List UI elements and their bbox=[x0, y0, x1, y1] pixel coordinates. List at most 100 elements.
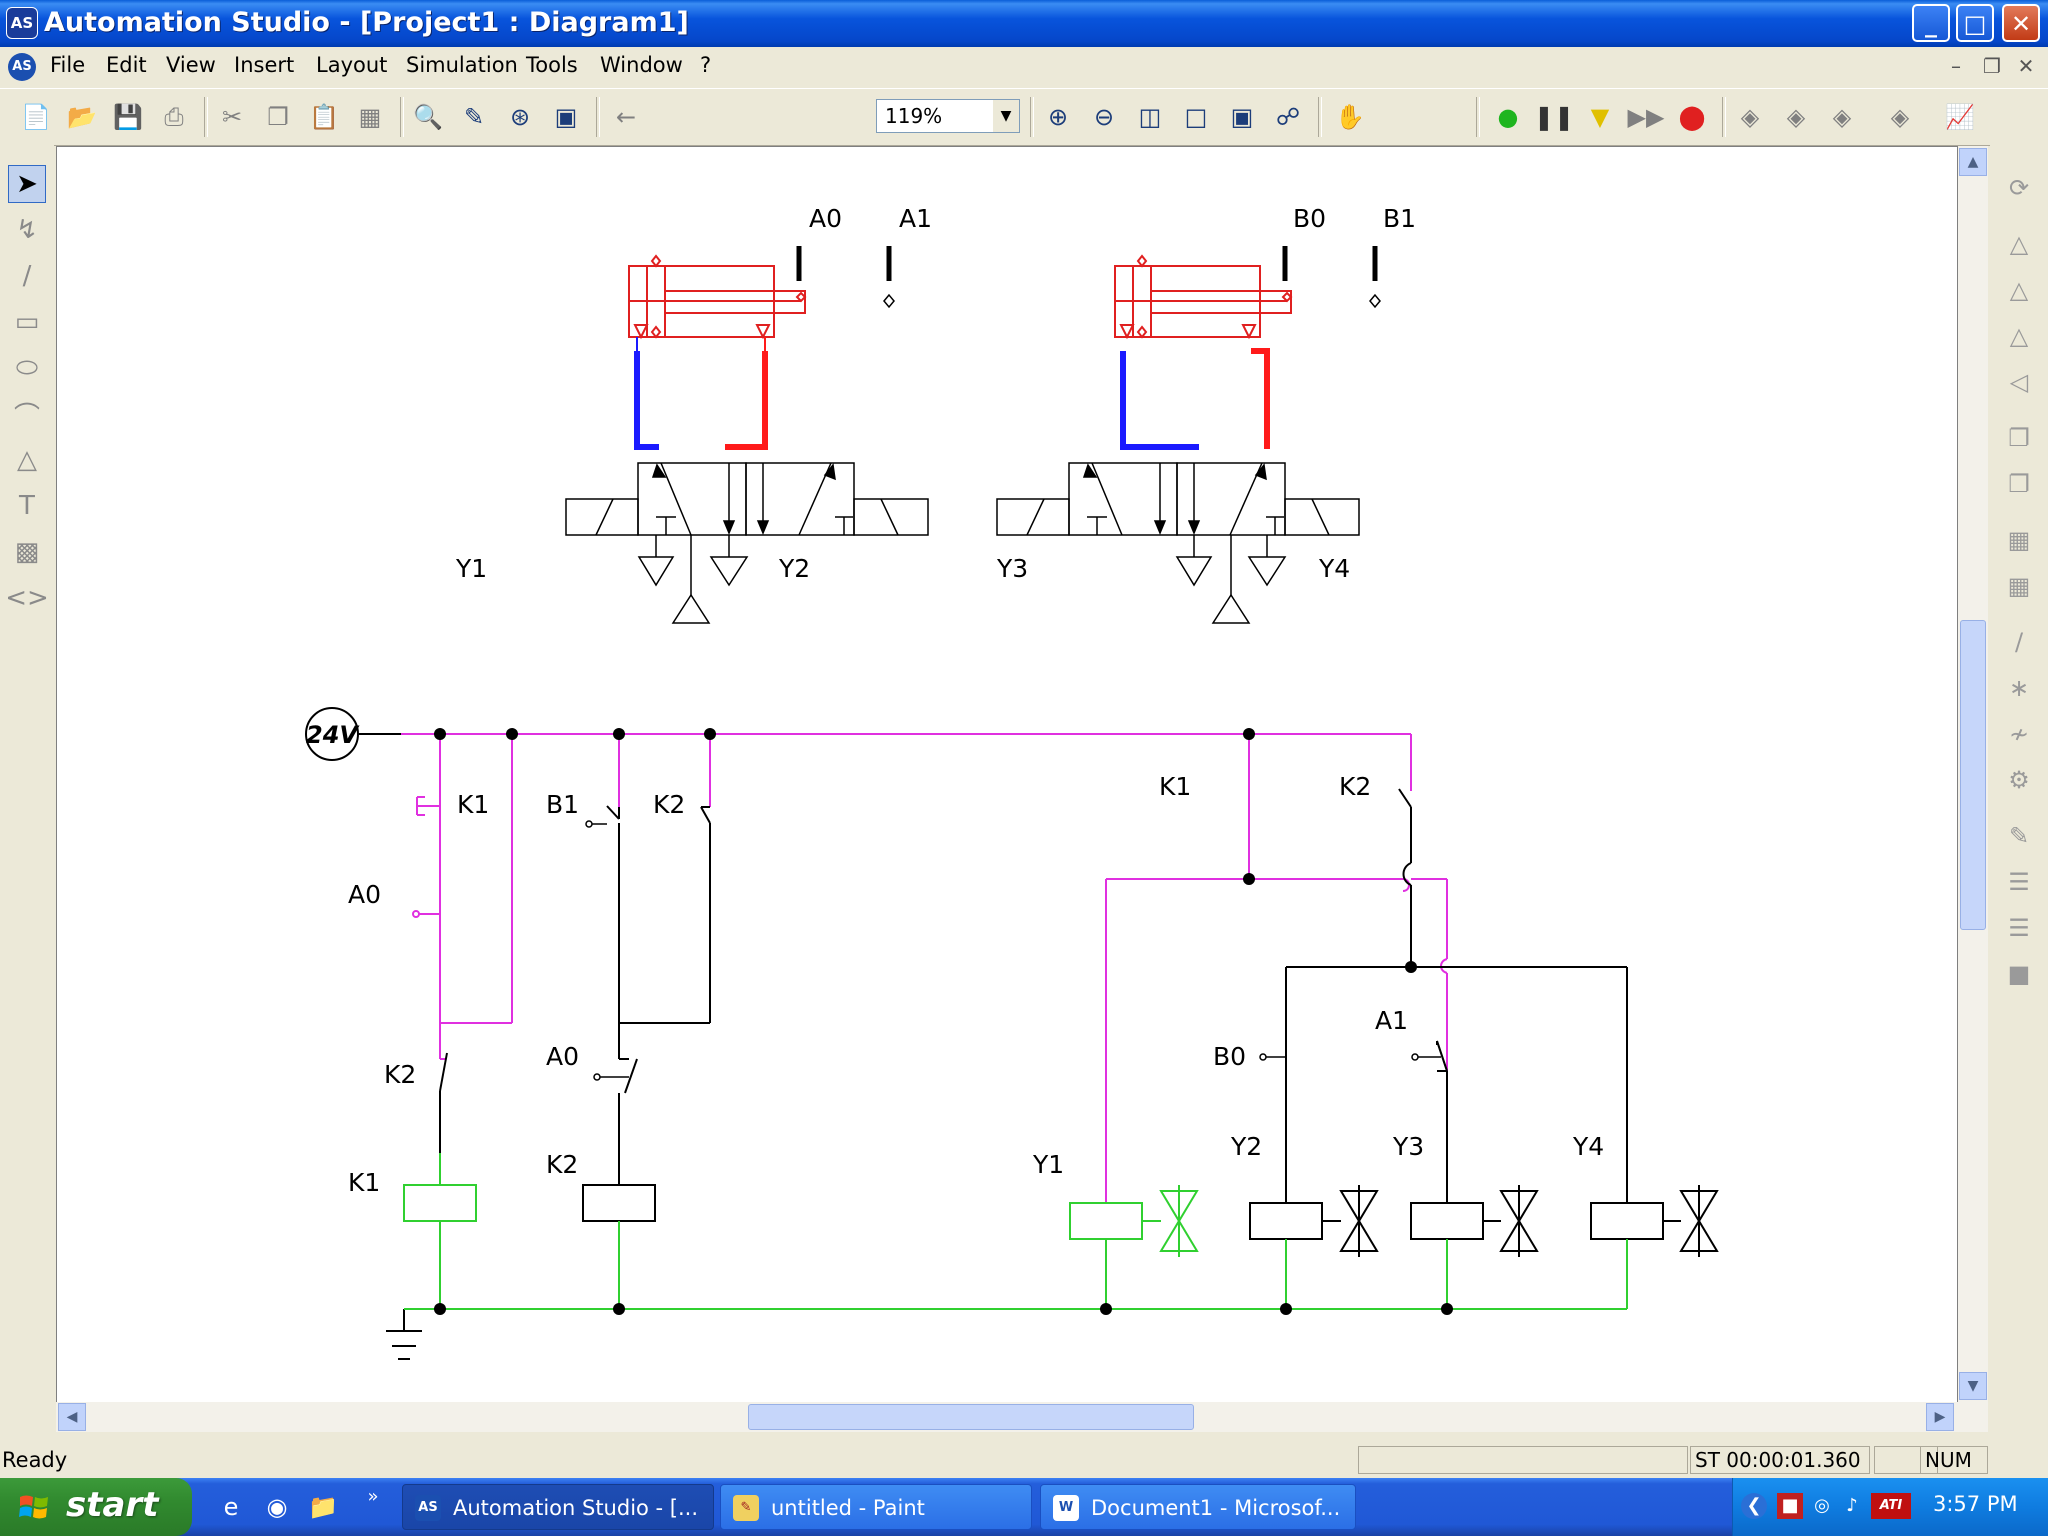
menu-file[interactable]: File bbox=[50, 53, 85, 77]
cylinder-a[interactable] bbox=[628, 254, 807, 340]
scroll-up-icon[interactable]: ▲ bbox=[1959, 148, 1987, 176]
task-paint[interactable]: ✎ untitled - Paint bbox=[720, 1484, 1032, 1530]
menu-insert[interactable]: Insert bbox=[234, 53, 294, 77]
coil-k2[interactable] bbox=[582, 1184, 656, 1222]
ungroup-icon[interactable]: ▦ bbox=[2000, 567, 2038, 605]
sim-tool-2-icon[interactable]: ◈ bbox=[1780, 101, 1812, 133]
solenoid-y4[interactable] bbox=[1590, 1185, 1719, 1257]
directional-valve-1[interactable] bbox=[565, 462, 929, 624]
menu-edit[interactable]: Edit bbox=[106, 53, 147, 77]
group-icon[interactable]: ▦ bbox=[2000, 521, 2038, 559]
run-simulation-icon[interactable]: ● bbox=[1492, 101, 1524, 133]
cylinder-b[interactable] bbox=[1114, 254, 1293, 340]
rectangle-tool-icon[interactable]: ▭ bbox=[8, 303, 46, 341]
menu-tools[interactable]: Tools bbox=[526, 53, 578, 77]
component-icon[interactable]: ⊛ bbox=[504, 101, 536, 133]
scroll-left-icon[interactable]: ◀ bbox=[58, 1403, 86, 1431]
line-style-icon[interactable]: ☰ bbox=[2000, 863, 2038, 901]
anchor-icon[interactable]: ⚙ bbox=[2000, 761, 2038, 799]
directional-valve-2[interactable] bbox=[996, 462, 1360, 624]
solenoid-y1[interactable] bbox=[1069, 1185, 1199, 1257]
menu-window[interactable]: Window bbox=[600, 53, 683, 77]
select-pointer-icon[interactable]: ➤ bbox=[8, 165, 46, 203]
pen-icon[interactable]: ✎ bbox=[2000, 817, 2038, 855]
tray-volume-icon[interactable]: ♪ bbox=[1839, 1493, 1865, 1519]
skew-icon[interactable]: ◁ bbox=[2000, 363, 2038, 401]
firefox-icon[interactable]: ◉ bbox=[262, 1492, 292, 1522]
zoom-page-icon[interactable]: □ bbox=[1180, 101, 1212, 133]
code-tool-icon[interactable]: <> bbox=[5, 579, 49, 617]
link-tool-icon[interactable]: ↯ bbox=[8, 211, 46, 249]
plotter-icon[interactable]: 📈 bbox=[1944, 101, 1976, 133]
zoom-window-icon[interactable]: ◫ bbox=[1134, 101, 1166, 133]
tray-collapse-icon[interactable]: ❮ bbox=[1741, 1493, 1767, 1519]
start-button[interactable]: start bbox=[0, 1478, 192, 1536]
menu-layout[interactable]: Layout bbox=[316, 53, 387, 77]
browse-icon[interactable]: 🔍 bbox=[412, 101, 444, 133]
line-tool-icon[interactable]: ∕ bbox=[8, 257, 46, 295]
line-width-icon[interactable]: ☰ bbox=[2000, 909, 2038, 947]
mdi-restore-button[interactable]: ❐ bbox=[1978, 52, 2006, 80]
diagram-canvas[interactable]: A0 A1 B0 B1 Y1 Y2 Y3 Y4 24V K1 A0 B1 K2 … bbox=[56, 146, 1958, 1404]
pause-icon[interactable]: ❚❚ bbox=[1534, 101, 1574, 133]
sensor-a1-contact[interactable] bbox=[1411, 1040, 1448, 1072]
solenoid-y2[interactable] bbox=[1249, 1185, 1379, 1257]
pan-hand-icon[interactable]: ✋ bbox=[1334, 101, 1366, 133]
flip-vertical-icon[interactable]: △ bbox=[2000, 271, 2038, 309]
vertical-scroll-thumb[interactable] bbox=[1960, 620, 1986, 930]
zoom-in-icon[interactable]: ⊕ bbox=[1042, 101, 1074, 133]
ellipse-tool-icon[interactable]: ⬭ bbox=[8, 349, 46, 387]
power-supply-24v[interactable]: 24V bbox=[305, 707, 401, 761]
zoom-out-icon[interactable]: ⊖ bbox=[1088, 101, 1120, 133]
menu-view[interactable]: View bbox=[166, 53, 216, 77]
fill-icon[interactable]: ■ bbox=[2000, 955, 2038, 993]
ati-icon[interactable]: ATI bbox=[1871, 1493, 1911, 1519]
mirror-icon[interactable]: △ bbox=[2000, 317, 2038, 355]
document-icon[interactable]: AS bbox=[8, 53, 36, 81]
camera-icon[interactable]: ▣ bbox=[550, 101, 582, 133]
folder-icon[interactable]: 📁 bbox=[308, 1492, 338, 1522]
scroll-right-icon[interactable]: ▶ bbox=[1926, 1403, 1954, 1431]
mdi-minimize-button[interactable]: – bbox=[1942, 52, 1970, 80]
task-automation-studio[interactable]: AS Automation Studio - [... bbox=[402, 1484, 714, 1530]
paste-icon[interactable]: 📋 bbox=[308, 101, 340, 133]
bring-front-icon[interactable]: ❐ bbox=[2000, 419, 2038, 457]
task-word-document[interactable]: W Document1 - Microsof... bbox=[1040, 1484, 1356, 1530]
print-icon[interactable]: ⎙ bbox=[158, 101, 190, 133]
minimize-button[interactable]: _ bbox=[1912, 4, 1950, 42]
vertical-scrollbar[interactable]: ▲ ▼ bbox=[1958, 146, 1988, 1402]
menu-simulation[interactable]: Simulation bbox=[406, 53, 518, 77]
internet-explorer-icon[interactable]: e bbox=[216, 1492, 246, 1522]
sim-tool-1-icon[interactable]: ◈ bbox=[1734, 101, 1766, 133]
new-icon[interactable]: 📄 bbox=[20, 101, 52, 133]
sensor-b0-contact[interactable] bbox=[1259, 1053, 1286, 1061]
sim-tool-4-icon[interactable]: ◈ bbox=[1884, 101, 1916, 133]
maximize-button[interactable]: □ bbox=[1956, 4, 1994, 42]
mdi-close-button[interactable]: ✕ bbox=[2012, 52, 2040, 80]
horizontal-scrollbar[interactable]: ◀ ▶ bbox=[56, 1402, 1988, 1432]
stop-icon[interactable]: ⬤ bbox=[1676, 101, 1708, 133]
menu-help[interactable]: ? bbox=[700, 53, 711, 77]
coil-k1[interactable] bbox=[403, 1184, 477, 1222]
sensor-a0-contact[interactable] bbox=[593, 1073, 629, 1081]
back-arrow-icon[interactable]: ← bbox=[610, 101, 642, 133]
sensor-b1-contact[interactable] bbox=[585, 820, 607, 828]
chevron-down-icon[interactable]: ▼ bbox=[993, 100, 1019, 132]
step-icon[interactable]: ▼ bbox=[1584, 101, 1616, 133]
app-icon[interactable]: AS bbox=[6, 7, 38, 39]
text-tool-icon[interactable]: T bbox=[8, 487, 46, 525]
send-back-icon[interactable]: ❐ bbox=[2000, 465, 2038, 503]
properties-icon[interactable]: ✎ bbox=[458, 101, 490, 133]
slow-motion-icon[interactable]: ▶▶ bbox=[1628, 101, 1665, 133]
distribute-icon[interactable]: ∗ bbox=[2000, 669, 2038, 707]
copy-icon[interactable]: ❐ bbox=[262, 101, 294, 133]
tray-app-icon[interactable]: ■ bbox=[1777, 1493, 1803, 1519]
sim-tool-3-icon[interactable]: ◈ bbox=[1826, 101, 1858, 133]
zoom-fit-icon[interactable]: ▣ bbox=[1226, 101, 1258, 133]
tray-network-icon[interactable]: ◎ bbox=[1809, 1493, 1835, 1519]
save-icon[interactable]: 💾 bbox=[112, 101, 144, 133]
open-icon[interactable]: 📂 bbox=[66, 101, 98, 133]
flip-horizontal-icon[interactable]: △ bbox=[2000, 225, 2038, 263]
solenoid-y3[interactable] bbox=[1410, 1185, 1539, 1257]
cut-icon[interactable]: ✂ bbox=[216, 101, 248, 133]
